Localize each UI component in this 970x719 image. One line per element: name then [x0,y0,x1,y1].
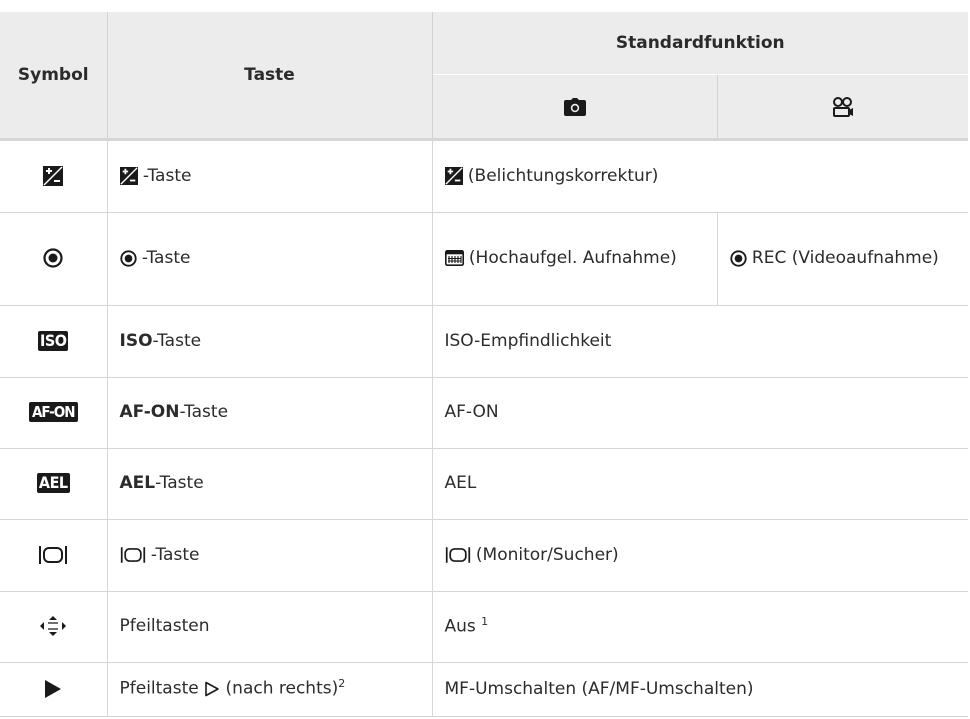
taste-cell: -Taste [106,139,432,213]
function-label: AEL [444,473,477,494]
function-table: Symbol Taste Standardfunktion -Taste (Be… [0,12,968,717]
function-label: REC (Videoaufnahme) [751,248,939,269]
function-label: ISO-Empfindlichkeit [444,330,612,351]
taste-label: -Taste [152,330,202,351]
symbol-cell [0,519,107,592]
taste-cell: ISO-Taste [106,305,432,378]
exposure-compensation-icon [119,166,143,186]
ael-icon: AEL [36,473,70,494]
taste-direction: (nach rechts) [225,679,339,700]
function-video-cell: REC (Videoaufnahme) [716,212,968,306]
footnote-marker: 2 [338,677,346,691]
taste-key-name: ISO [119,330,153,351]
taste-label: -Taste [150,544,200,565]
table-row: -Taste (Belichtungskorrektur) [0,139,968,213]
function-label: (Monitor/Sucher) [475,544,619,565]
table-row: -Taste (Monitor/Sucher) [0,519,968,592]
page: Symbol Taste Standardfunktion -Taste (Be… [0,0,970,719]
monitor-viewfinder-icon [38,545,68,565]
movie-icon [832,96,854,118]
function-cell: Aus 1 [431,591,968,663]
header-taste: Taste [106,12,433,140]
taste-label: -Taste [179,402,229,423]
table-row: AF-ON AF-ON-Taste AF-ON [0,377,968,449]
symbol-cell [0,662,107,717]
af-on-icon: AF-ON [28,402,78,423]
taste-label: -Taste [142,165,192,186]
taste-label: -Taste [155,473,204,494]
function-cell: (Monitor/Sucher) [431,519,968,592]
header-photo [432,74,718,140]
function-label: Aus [444,616,476,637]
taste-key-name: AEL [119,473,156,494]
symbol-cell: ISO [0,305,107,378]
footnote-marker: 1 [481,614,489,628]
header-video [716,74,968,140]
camera-icon [563,97,586,117]
table-row: ISO ISO-Taste ISO-Empfindlichkeit [0,305,968,378]
record-icon [43,248,63,268]
exposure-compensation-icon [43,165,64,186]
play-icon [44,679,62,699]
symbol-cell [0,139,107,213]
function-label: (Belichtungskorrektur) [467,165,659,186]
record-icon [729,248,752,268]
taste-cell: -Taste [106,212,432,306]
function-label: (Hochaufgel. Aufnahme) [468,248,677,269]
symbol-cell: AF-ON [0,377,107,449]
taste-label: Pfeiltaste [119,679,199,700]
monitor-viewfinder-icon [445,545,476,565]
table-row: Pfeiltasten Aus 1 [0,591,968,663]
right-arrow-icon [204,679,225,699]
function-cell: ISO-Empfindlichkeit [431,305,968,378]
symbol-cell: AEL [0,448,107,520]
taste-cell: -Taste [106,519,432,592]
high-res-shot-icon [444,248,469,268]
table-row: Pfeiltaste (nach rechts)2 MF-Umschalten … [0,662,968,717]
header-symbol: Symbol [0,12,108,140]
taste-cell: AEL-Taste [106,448,432,520]
function-cell: AEL [431,448,968,520]
table-row: AEL AEL-Taste AEL [0,448,968,520]
symbol-cell [0,212,107,306]
taste-cell: Pfeiltaste (nach rechts)2 [106,662,432,717]
function-cell: MF-Umschalten (AF/MF-Umschalten) [431,662,968,717]
iso-icon: ISO [38,330,69,351]
taste-key-name: AF-ON [119,402,180,423]
taste-cell: AF-ON-Taste [106,377,432,449]
function-label: MF-Umschalten (AF/MF-Umschalten) [444,678,754,699]
arrow-pad-icon [39,616,67,637]
taste-cell: Pfeiltasten [106,591,432,663]
function-cell: AF-ON [431,377,968,449]
function-photo-cell: (Hochaufgel. Aufnahme) [431,212,717,306]
function-label: AF-ON [444,402,499,423]
symbol-cell [0,591,107,663]
record-icon [119,248,142,268]
exposure-compensation-icon [444,166,468,186]
taste-label: -Taste [141,248,191,269]
taste-label: Pfeiltasten [119,616,210,637]
monitor-viewfinder-icon [120,545,151,565]
header-standardfunktion: Standardfunktion [431,12,968,75]
function-cell: (Belichtungskorrektur) [431,139,968,213]
table-row: -Taste (Hochaufgel. Aufnahme) REC (Video… [0,212,968,306]
